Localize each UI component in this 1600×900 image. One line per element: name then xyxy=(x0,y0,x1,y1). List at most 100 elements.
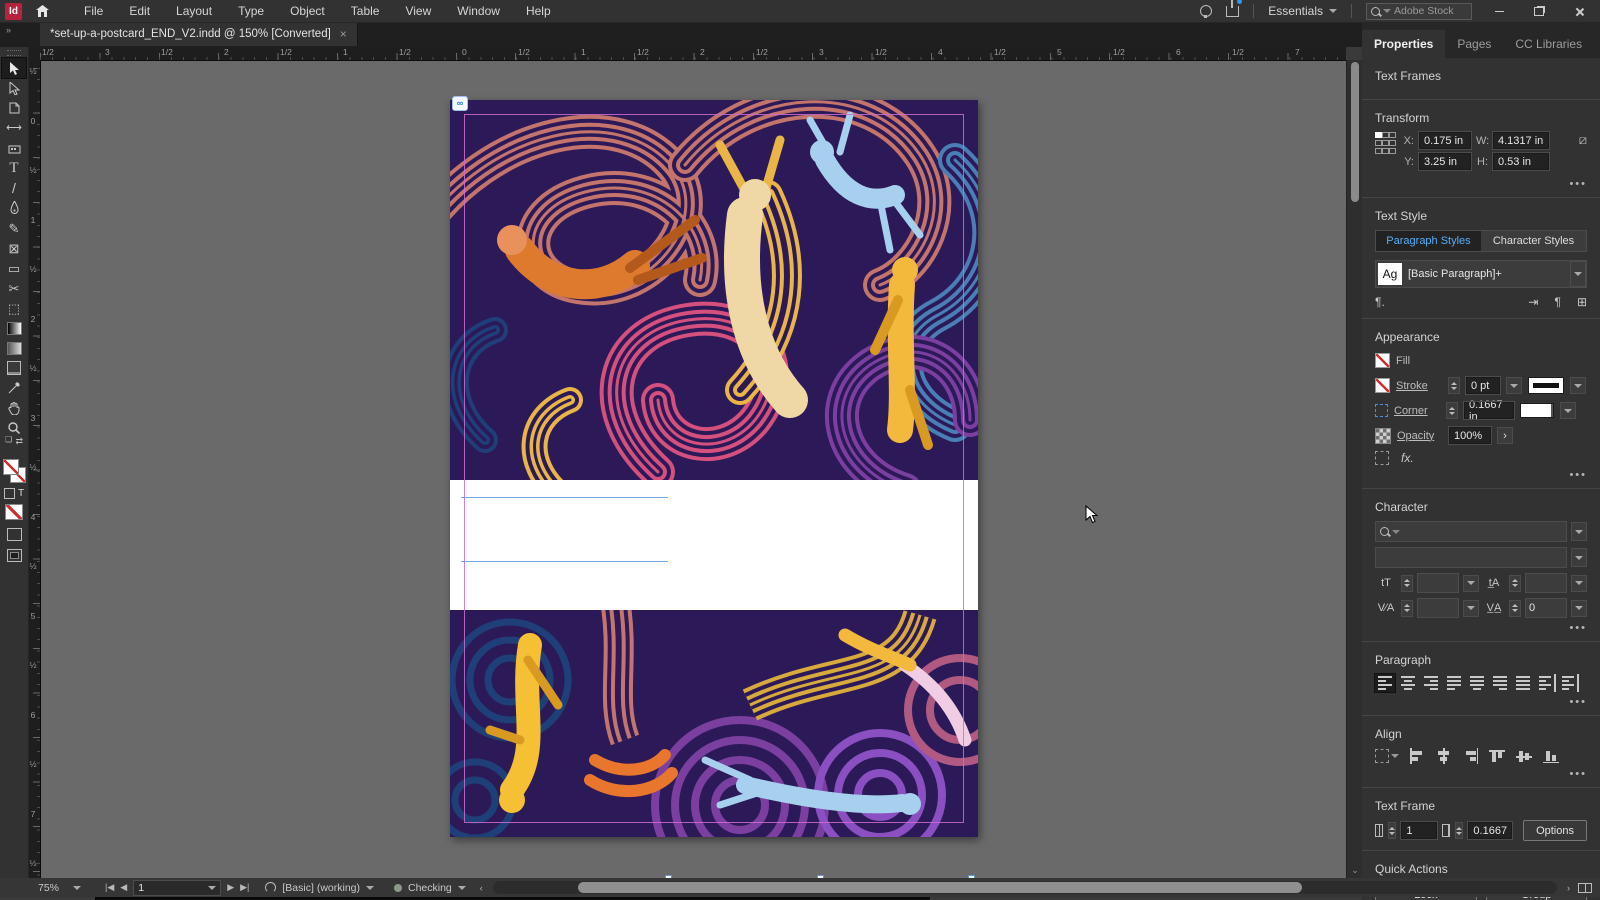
scrollbar-thumb[interactable] xyxy=(577,882,1302,893)
close-button[interactable] xyxy=(1566,2,1592,20)
artwork-top-image[interactable] xyxy=(450,100,978,480)
constrain-proportions-icon[interactable]: ⧄ xyxy=(1579,132,1587,148)
formatting-container-icon[interactable] xyxy=(3,488,15,499)
menu-item[interactable]: Table xyxy=(338,4,393,18)
corner-link[interactable]: Corner xyxy=(1394,405,1440,417)
justify-right-button[interactable] xyxy=(1490,674,1510,692)
menu-item[interactable]: Edit xyxy=(116,4,163,18)
reference-point-grid[interactable] xyxy=(1375,132,1396,154)
fill-swatch-none[interactable] xyxy=(3,459,19,475)
menu-item[interactable]: View xyxy=(392,4,444,18)
menu-item[interactable]: Help xyxy=(513,4,564,18)
document-canvas[interactable]: JUNE - JULY MISC. GALLERY SAN FRANCISCO … xyxy=(40,60,1346,878)
more-options-icon[interactable]: ••• xyxy=(1375,179,1587,190)
corner-radius-value[interactable]: 0.1667 in xyxy=(1463,399,1515,423)
workspace-switcher[interactable]: Essentials xyxy=(1268,4,1337,18)
justify-center-button[interactable] xyxy=(1467,674,1487,692)
chevron-down-icon[interactable] xyxy=(1570,377,1586,394)
menu-item[interactable]: Type xyxy=(225,4,277,18)
chevron-down-icon[interactable] xyxy=(1571,574,1587,592)
artwork-bottom-image[interactable] xyxy=(450,610,978,837)
chevron-down-icon[interactable] xyxy=(1506,377,1522,394)
view-mode-icon[interactable] xyxy=(6,528,22,541)
redefine-style-icon[interactable]: ⇥ xyxy=(1528,295,1538,309)
tab-properties[interactable]: Properties xyxy=(1362,30,1446,58)
learn-lightbulb-icon[interactable] xyxy=(1200,5,1213,18)
height-input[interactable]: 0.53 in xyxy=(1492,152,1550,171)
restore-button[interactable] xyxy=(1526,2,1552,20)
first-page-button[interactable]: |◀ xyxy=(105,882,114,893)
menu-item[interactable]: Window xyxy=(444,4,513,18)
selection-tool[interactable] xyxy=(1,57,27,79)
scroll-left-icon[interactable]: ‹ xyxy=(480,883,483,893)
gutter-input[interactable]: 0.1667 xyxy=(1467,821,1514,840)
stock-search-input[interactable]: Adobe Stock xyxy=(1366,2,1472,20)
font-family-select[interactable] xyxy=(1375,521,1567,542)
paragraph-style-select[interactable]: Ag [Basic Paragraph]+ xyxy=(1375,260,1587,288)
vertical-ruler[interactable]: ½ 0 ½ 1 ½ 2 ½ 3 ½ 4 ½ 5 ½ 6 ½ 7 ½ xyxy=(28,60,41,878)
tab-paragraph-styles[interactable]: Paragraph Styles xyxy=(1376,231,1481,251)
font-size-stepper[interactable] xyxy=(1401,574,1413,592)
chevron-down-icon[interactable] xyxy=(1463,574,1479,592)
align-right-button[interactable] xyxy=(1421,674,1441,692)
chevron-down-icon[interactable] xyxy=(1560,402,1576,419)
align-top-edges-button[interactable] xyxy=(1489,748,1507,764)
font-size-input[interactable] xyxy=(1417,573,1459,593)
stroke-weight-stepper[interactable] xyxy=(1448,377,1460,394)
preflight-icon[interactable] xyxy=(265,882,277,893)
rectangle-tool[interactable]: ▭ xyxy=(2,258,26,278)
spread-view-icon[interactable] xyxy=(1578,882,1592,893)
font-style-select[interactable] xyxy=(1375,547,1567,568)
close-tab-icon[interactable]: × xyxy=(340,27,347,41)
justify-all-button[interactable] xyxy=(1513,674,1533,692)
mini-swatches-icon[interactable]: ❏ ⇄ xyxy=(2,436,26,452)
tracking-stepper[interactable] xyxy=(1509,599,1521,617)
tab-character-styles[interactable]: Character Styles xyxy=(1481,231,1586,251)
columns-input[interactable]: 1 xyxy=(1400,821,1439,840)
stroke-link[interactable]: Stroke xyxy=(1396,380,1442,392)
last-page-button[interactable]: ▶| xyxy=(240,882,249,893)
y-input[interactable]: 3.25 in xyxy=(1418,152,1472,171)
chevron-down-icon[interactable] xyxy=(1571,599,1587,617)
canvas-vertical-scrollbar[interactable]: ⌄ xyxy=(1346,60,1363,878)
chevron-down-icon[interactable] xyxy=(1571,522,1587,541)
fill-stroke-swatches[interactable] xyxy=(2,458,26,484)
align-left-button[interactable] xyxy=(1374,673,1396,693)
previous-page-button[interactable]: ◀ xyxy=(120,882,127,893)
leading-stepper[interactable] xyxy=(1509,574,1521,592)
width-input[interactable]: 4.1317 in xyxy=(1492,131,1550,150)
columns-stepper[interactable] xyxy=(1388,822,1397,839)
justify-left-button[interactable] xyxy=(1444,674,1464,692)
paragraph-mark-icon[interactable]: ¶. xyxy=(1375,295,1385,309)
leading-input[interactable] xyxy=(1525,573,1567,593)
opacity-expand-icon[interactable]: › xyxy=(1497,427,1513,444)
horizontal-scrollbar[interactable] xyxy=(492,881,1557,894)
swap-fill-stroke-icon[interactable]: ⇄ xyxy=(15,437,23,446)
scroll-right-icon[interactable]: › xyxy=(1567,883,1570,893)
panel-grip[interactable] xyxy=(7,50,21,56)
effects-fx-icon[interactable]: fx. xyxy=(1401,451,1414,465)
direct-selection-tool[interactable] xyxy=(2,78,26,98)
more-options-icon[interactable]: ••• xyxy=(1375,470,1587,481)
scissors-tool[interactable]: ✂ xyxy=(2,278,26,298)
align-bottom-edges-button[interactable] xyxy=(1543,748,1561,764)
tab-pages[interactable]: Pages xyxy=(1445,30,1503,58)
default-swatches-icon[interactable]: ❏ xyxy=(5,436,12,444)
corner-style-swatch[interactable] xyxy=(1520,403,1554,418)
gradient-swatch-tool[interactable] xyxy=(2,318,26,338)
eyedropper-tool[interactable] xyxy=(2,378,26,398)
stroke-style-swatch[interactable] xyxy=(1528,377,1564,394)
gap-tool[interactable]: ⟷ xyxy=(2,118,26,138)
hand-tool[interactable] xyxy=(2,398,26,418)
share-icon[interactable] xyxy=(1226,0,1243,17)
menu-item[interactable]: Object xyxy=(277,4,338,18)
new-style-icon[interactable]: ⊞ xyxy=(1577,295,1587,309)
note-tool[interactable] xyxy=(2,358,26,378)
opacity-link[interactable]: Opacity xyxy=(1397,430,1443,442)
page-number-input[interactable]: 1 xyxy=(133,879,222,896)
more-options-icon[interactable]: ••• xyxy=(1375,697,1587,708)
style-override-icon[interactable]: ¶ xyxy=(1554,295,1560,309)
pencil-tool[interactable]: ✎ xyxy=(2,218,26,238)
tracking-input[interactable]: 0 xyxy=(1525,598,1567,618)
x-input[interactable]: 0.175 in xyxy=(1418,131,1472,150)
